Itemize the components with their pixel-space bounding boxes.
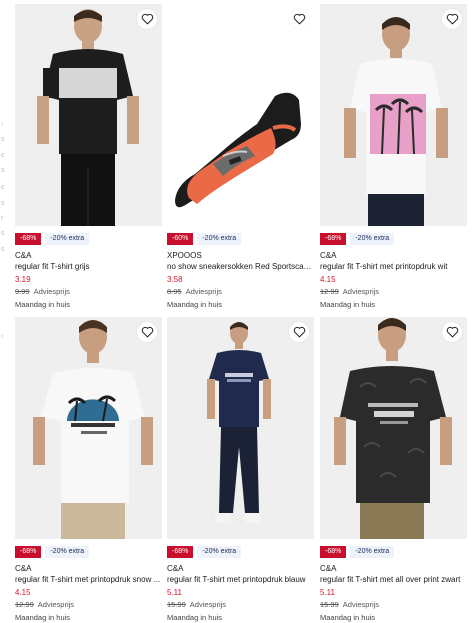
product-price: 3.58 [167, 275, 183, 284]
heart-outline-icon [141, 13, 153, 25]
product-image[interactable] [15, 317, 162, 539]
product-card[interactable]: -60% -20% extra XPOOOS no show sneakerso… [167, 4, 314, 310]
badges: -68% -20% extra [167, 546, 314, 558]
product-brand: C&A [320, 564, 337, 573]
product-image[interactable] [320, 4, 467, 226]
product-brand: C&A [320, 251, 337, 260]
product-card[interactable]: -68% -20% extra C&A regular fit T-shirt … [15, 4, 162, 310]
favorite-button[interactable] [137, 322, 157, 342]
model-navy-tshirt-image [167, 317, 314, 539]
heart-outline-icon [446, 326, 458, 338]
original-price-row: 9.99 Adviesprijs [15, 287, 162, 297]
product-name[interactable]: no show sneakersokken Red Sportscar z... [167, 262, 314, 272]
original-price-row: 8.95 Adviesprijs [167, 287, 314, 297]
product-name[interactable]: regular fit T-shirt met printopdruk snow… [15, 575, 162, 585]
badges: -68% -20% extra [320, 233, 467, 245]
original-price-row: 12.99 Adviesprijs [320, 287, 467, 297]
product-price: 4.15 [15, 588, 31, 597]
original-price-label: Adviesprijs [185, 287, 222, 296]
original-price-label: Adviesprijs [33, 287, 70, 296]
left-edge-marks: › s c s c s r s s ‹ [1, 121, 5, 340]
discount-badge: -68% [167, 546, 194, 558]
favorite-button[interactable] [289, 9, 309, 29]
product-brand: C&A [15, 564, 32, 573]
product-image[interactable] [15, 4, 162, 226]
product-card[interactable]: -68% -20% extra C&A regular fit T-shirt … [167, 317, 314, 623]
extra-discount-badge: -20% extra [197, 546, 242, 558]
badges: -68% -20% extra [320, 546, 467, 558]
product-card[interactable]: -68% -20% extra C&A regular fit T-shirt … [15, 317, 162, 623]
original-price-label: Adviesprijs [189, 600, 227, 609]
original-price: 12.99 [320, 287, 339, 296]
product-brand: C&A [15, 251, 32, 260]
product-price: 3.19 [15, 275, 31, 284]
badges: -68% -20% extra [15, 233, 162, 245]
original-price: 12.99 [15, 600, 34, 609]
favorite-button[interactable] [442, 9, 462, 29]
discount-badge: -60% [167, 233, 194, 245]
product-price: 4.15 [320, 275, 336, 284]
favorite-button[interactable] [137, 9, 157, 29]
model-white-palm-tshirt-image [320, 4, 467, 226]
heart-outline-icon [141, 326, 153, 338]
discount-badge: -68% [320, 233, 347, 245]
badges: -60% -20% extra [167, 233, 314, 245]
product-price: 5.11 [320, 588, 335, 597]
original-price-row: 15.99 Adviesprijs [167, 600, 314, 610]
extra-discount-badge: -20% extra [45, 546, 90, 558]
original-price: 8.95 [167, 287, 182, 296]
extra-discount-badge: -20% extra [350, 546, 395, 558]
original-price-row: 15.99 Adviesprijs [320, 600, 467, 610]
discount-badge: -68% [320, 546, 347, 558]
favorite-button[interactable] [442, 322, 462, 342]
product-card[interactable]: -68% -20% extra C&A regular fit T-shirt … [320, 4, 467, 310]
product-name[interactable]: regular fit T-shirt met printopdruk blau… [167, 575, 314, 585]
product-name[interactable]: regular fit T-shirt met all over print z… [320, 575, 467, 585]
delivery-info: Maandag in huis [15, 300, 71, 309]
product-name[interactable]: regular fit T-shirt met printopdruk wit [320, 262, 467, 272]
extra-discount-badge: -20% extra [45, 233, 90, 245]
heart-outline-icon [446, 13, 458, 25]
original-price: 9.99 [15, 287, 30, 296]
product-image[interactable] [167, 4, 314, 226]
original-price-label: Adviesprijs [342, 600, 380, 609]
delivery-info: Maandag in huis [320, 300, 376, 309]
original-price-label: Adviesprijs [37, 600, 75, 609]
original-price-row: 12.99 Adviesprijs [15, 600, 162, 610]
product-price: 5.11 [167, 588, 182, 597]
heart-outline-icon [293, 13, 305, 25]
product-name[interactable]: regular fit T-shirt grijs [15, 262, 162, 272]
product-brand: XPOOOS [167, 251, 202, 260]
model-black-palm-tshirt-image [320, 317, 467, 539]
product-brand: C&A [167, 564, 184, 573]
model-grey-black-tshirt-image [15, 4, 162, 226]
extra-discount-badge: -20% extra [197, 233, 242, 245]
sportscar-sock-image [167, 4, 314, 226]
original-price: 15.99 [167, 600, 186, 609]
extra-discount-badge: -20% extra [350, 233, 395, 245]
favorite-button[interactable] [289, 322, 309, 342]
discount-badge: -68% [15, 546, 42, 558]
product-image[interactable] [320, 317, 467, 539]
product-card[interactable]: -68% -20% extra C&A regular fit T-shirt … [320, 317, 467, 623]
original-price-label: Adviesprijs [342, 287, 380, 296]
heart-outline-icon [293, 326, 305, 338]
model-white-sunset-tshirt-image [15, 317, 162, 539]
discount-badge: -68% [15, 233, 42, 245]
delivery-info: Maandag in huis [167, 300, 223, 309]
badges: -68% -20% extra [15, 546, 162, 558]
original-price: 15.99 [320, 600, 339, 609]
product-image[interactable] [167, 317, 314, 539]
